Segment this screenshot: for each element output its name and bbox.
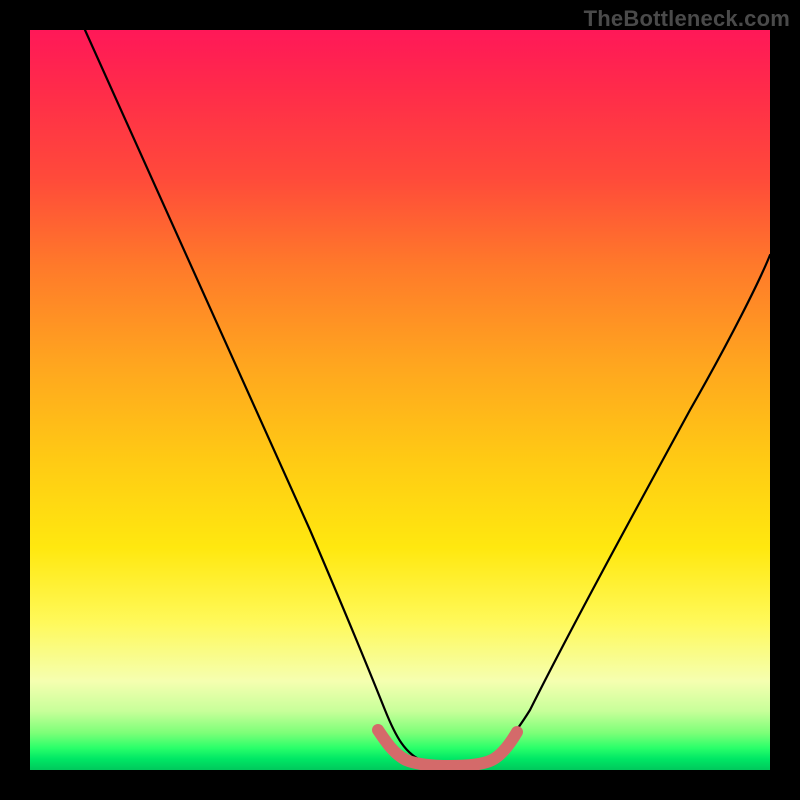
bottleneck-curve [85,30,770,762]
plot-area [30,30,770,770]
watermark-text: TheBottleneck.com [584,6,790,32]
curves-svg [30,30,770,770]
chart-stage: TheBottleneck.com [0,0,800,800]
trough-highlight [378,730,517,766]
